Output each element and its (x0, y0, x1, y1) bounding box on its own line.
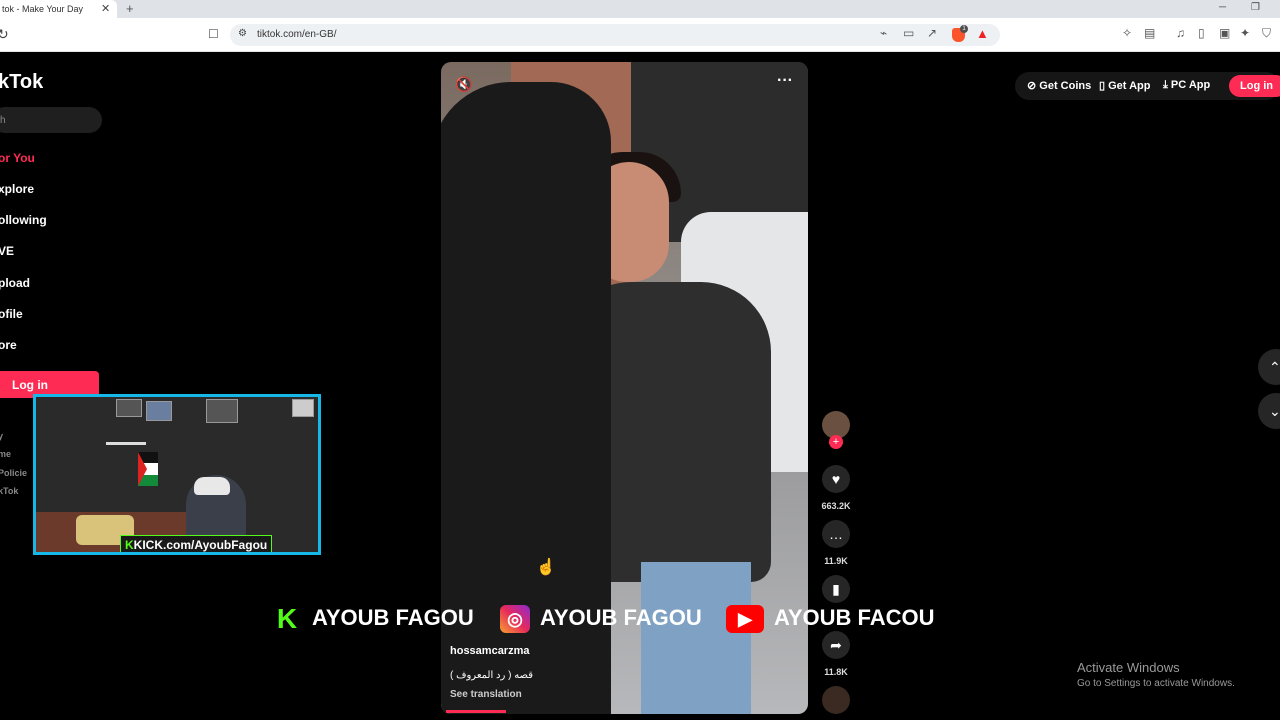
instagram-name: AYOUB FAGOU (540, 605, 702, 630)
header-login-button[interactable]: Log in (1229, 75, 1280, 97)
get-coins-label: Get Coins (1039, 80, 1092, 92)
kick-banner: KKICK.com/AyoubFagou (120, 535, 273, 552)
kick-name: AYOUB FAGOU (312, 605, 474, 630)
instagram-handle: ◎ AYOUB FAGOU (500, 605, 702, 637)
url-text[interactable]: tiktok.com/en-GB/ (257, 29, 336, 40)
follow-plus-icon[interactable]: + (829, 435, 843, 449)
get-coins-link[interactable]: ⊘ Get Coins (1027, 79, 1091, 92)
brave-rewards-icon[interactable]: ▲ (976, 26, 989, 41)
webcam-wall-frame (206, 399, 238, 423)
reading-list-icon[interactable]: ▯ (1198, 26, 1205, 40)
bookmark-icon[interactable]: ▮ (822, 575, 850, 603)
like-count: 663.2K (821, 501, 851, 511)
webcam-headset (194, 477, 230, 495)
nav-live[interactable]: VE (0, 244, 14, 258)
browser-tab-strip: tok - Make Your Day ✕ + ─ ❐ (0, 0, 1280, 18)
hand-cursor-icon: ☝ (536, 559, 556, 576)
shields-count-badge: 1 (960, 25, 968, 33)
webcam-flag (138, 452, 158, 486)
tab-close-icon[interactable]: ✕ (101, 2, 110, 15)
extensions-icon[interactable]: ✧ (1122, 26, 1132, 40)
nav-following[interactable]: ollowing (0, 213, 47, 227)
sidebar-toggle-icon[interactable]: ▤ (1144, 26, 1155, 40)
youtube-name: AYOUB FACOU (774, 605, 935, 630)
footer-link[interactable]: kTok (0, 486, 18, 496)
video-woman-jeans (641, 562, 751, 714)
get-app-label: Get App (1108, 80, 1151, 92)
reload-icon[interactable]: ↻ (0, 26, 9, 43)
nav-upload[interactable]: pload (0, 276, 30, 290)
comment-count: 11.9K (824, 556, 848, 566)
share-count: 11.8K (824, 667, 848, 677)
pc-app-link[interactable]: ⤓ PC App (1163, 79, 1210, 92)
nav-for-you[interactable]: or You (0, 151, 35, 165)
next-video-chevron-down-icon[interactable]: ⌄ (1258, 393, 1280, 429)
new-tab-button[interactable]: + (126, 1, 134, 16)
media-icon[interactable]: ♫ (1176, 26, 1185, 40)
active-tab[interactable]: tok - Make Your Day ✕ (0, 0, 117, 18)
translate-icon[interactable]: ⌁ (880, 26, 887, 40)
activate-windows-subtitle: Go to Settings to activate Windows. (1077, 678, 1235, 689)
comment-icon[interactable]: … (822, 520, 850, 548)
vpn-icon[interactable]: ⛉ (1262, 26, 1271, 41)
search-input[interactable]: h (0, 107, 102, 133)
activate-windows-title: Activate Windows (1077, 660, 1180, 675)
more-options-icon[interactable]: ··· (777, 72, 793, 90)
restore-icon[interactable]: ❐ (1251, 2, 1260, 13)
search-placeholder: h (0, 115, 6, 126)
video-author[interactable]: hossamcarzma (450, 645, 530, 657)
wallet-icon[interactable]: ▣ (1219, 26, 1230, 40)
youtube-handle: ▶ AYOUB FACOU (726, 605, 935, 637)
site-settings-icon[interactable]: ⚙ (238, 28, 247, 39)
see-translation-link[interactable]: See translation (450, 689, 522, 700)
webcam-wall-frame (116, 399, 142, 417)
webcam-shelf (106, 442, 146, 445)
streamer-webcam-overlay: KKICK.com/AyoubFagou (33, 394, 321, 555)
mute-icon[interactable]: 🔇 (455, 76, 472, 93)
video-caption: قصه ( رد المعروف ) (450, 670, 534, 681)
instagram-icon: ◎ (500, 605, 530, 634)
previous-video-chevron-up-icon[interactable]: ⌃ (1258, 349, 1280, 385)
kick-handle: K AYOUB FAGOU (272, 605, 474, 637)
bookmark-icon[interactable]: ☐ (208, 27, 219, 41)
youtube-icon: ▶ (726, 605, 764, 634)
tiktok-logo[interactable]: kTok (0, 71, 43, 94)
pc-app-label: PC App (1170, 79, 1211, 91)
tab-title: tok - Make Your Day (2, 4, 84, 14)
webcam-wall-frame (292, 399, 314, 417)
cast-icon[interactable]: ▭ (903, 26, 914, 40)
footer-link[interactable]: Policie (0, 468, 27, 478)
kick-icon: K (276, 603, 298, 635)
footer-link[interactable]: y (0, 431, 3, 441)
video-progress-bar[interactable] (446, 710, 506, 713)
address-toolbar: ↻ ☐ ⚙ tiktok.com/en-GB/ ⌁ ▭ ↗ 1 ▲ ✧ ▤ ♫ … (0, 18, 1280, 52)
share-icon[interactable]: ↗ (927, 26, 937, 40)
music-disc-icon[interactable] (822, 686, 850, 714)
webcam-wall-frame (146, 401, 172, 421)
nav-more[interactable]: ore (0, 338, 17, 352)
nav-profile[interactable]: ofile (0, 307, 23, 321)
minimize-icon[interactable]: ─ (1219, 2, 1226, 13)
like-icon[interactable]: ♥ (822, 465, 850, 493)
kick-logo-letter: K (125, 538, 134, 552)
get-app-link[interactable]: ▯ Get App (1099, 79, 1150, 92)
kick-url: KICK.com/AyoubFagou (133, 538, 268, 552)
leo-ai-icon[interactable]: ✦ (1240, 26, 1250, 40)
nav-explore[interactable]: xplore (0, 182, 34, 196)
footer-link[interactable]: me (0, 449, 11, 459)
